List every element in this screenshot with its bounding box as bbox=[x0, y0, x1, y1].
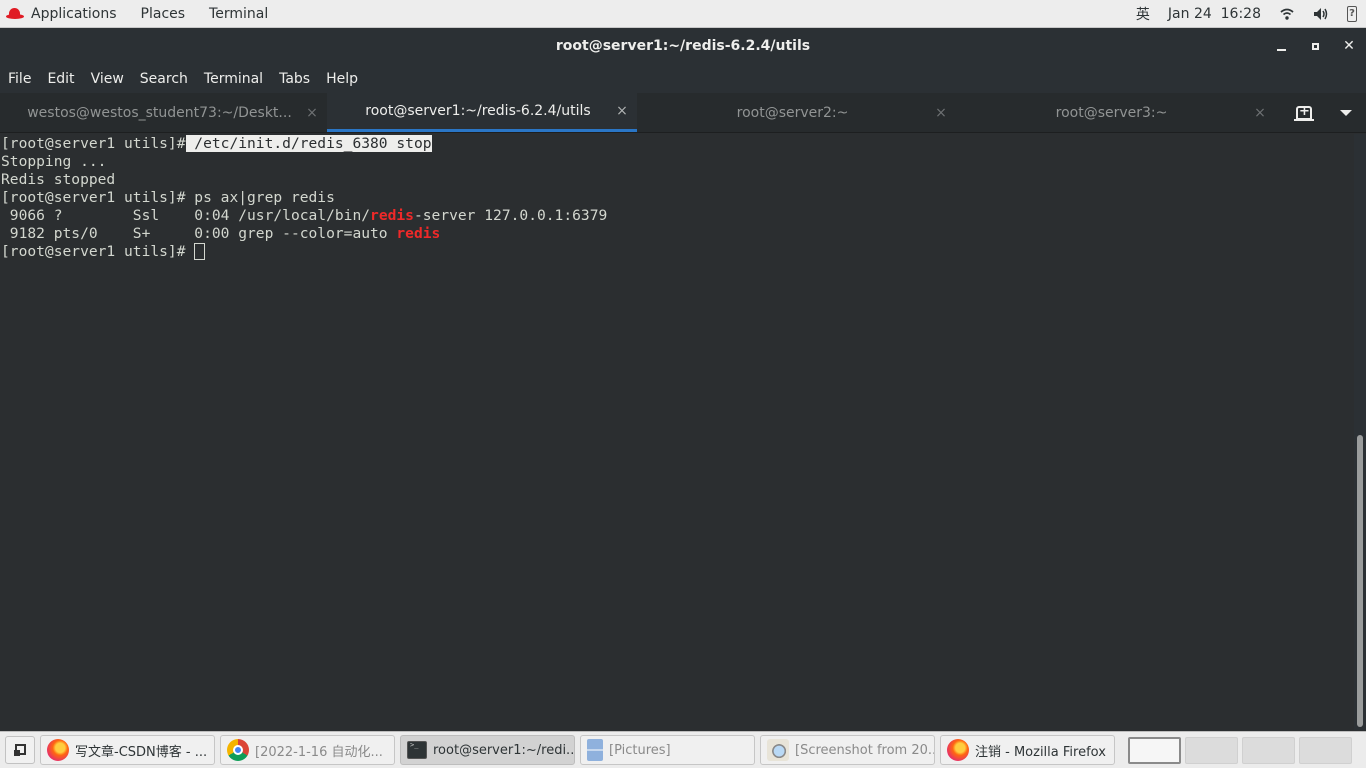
tab-server1[interactable]: root@server1:~/redis-6.2.4/utils × bbox=[327, 93, 637, 132]
tab-label: root@server3:~ bbox=[1055, 104, 1168, 121]
tab-label: westos@westos_student73:~/Deskt... bbox=[27, 104, 292, 121]
workspace-3[interactable] bbox=[1242, 736, 1295, 764]
menu-edit[interactable]: Edit bbox=[39, 64, 82, 93]
close-icon: ✕ bbox=[1343, 38, 1355, 54]
new-tab-icon[interactable] bbox=[1294, 104, 1314, 121]
task-logout-firefox[interactable]: 注销 - Mozilla Firefox bbox=[940, 735, 1115, 765]
places-menu[interactable]: Places bbox=[129, 0, 198, 27]
input-method-indicator[interactable]: 英 bbox=[1136, 4, 1150, 24]
applications-label: Applications bbox=[31, 5, 117, 22]
grep-match: redis bbox=[396, 225, 441, 242]
command bbox=[186, 243, 195, 260]
redhat-logo-icon bbox=[6, 7, 24, 20]
task-chrome[interactable]: [2022-1-16 自动化... bbox=[220, 735, 395, 765]
minimize-button[interactable] bbox=[1264, 28, 1298, 64]
tab-bar: westos@westos_student73:~/Deskt... × roo… bbox=[0, 93, 1366, 133]
tab-label: root@server1:~/redis-6.2.4/utils bbox=[365, 103, 591, 119]
tab-server3[interactable]: root@server3:~ × bbox=[956, 93, 1275, 132]
menu-bar: File Edit View Search Terminal Tabs Help bbox=[0, 64, 1366, 93]
workspace-2[interactable] bbox=[1185, 736, 1238, 764]
process-info: 9066 ? Ssl 0:04 /usr/local/bin/ bbox=[1, 207, 371, 224]
top-bar: Applications Places Terminal 英 Jan 24 16… bbox=[0, 0, 1366, 28]
grep-match: redis bbox=[370, 207, 414, 224]
terminal-line: 9182 pts/0 S+ 0:00 grep --color=auto red… bbox=[1, 225, 1354, 243]
tab-label: root@server2:~ bbox=[736, 104, 849, 121]
terminal-line: [root@server1 utils]# bbox=[1, 243, 1354, 261]
clock[interactable]: Jan 24 16:28 bbox=[1168, 6, 1261, 22]
workspace-switcher bbox=[1128, 736, 1356, 764]
selected-command: /etc/init.d/redis_6380 stop bbox=[185, 135, 432, 152]
applications-menu[interactable]: Applications bbox=[0, 0, 129, 27]
volume-icon[interactable] bbox=[1313, 6, 1329, 22]
battery-unknown-icon[interactable]: ? bbox=[1347, 5, 1357, 22]
image-viewer-icon bbox=[767, 739, 789, 761]
tab-westos[interactable]: westos@westos_student73:~/Deskt... × bbox=[0, 93, 327, 132]
show-desktop-button[interactable] bbox=[5, 736, 35, 764]
prompt: [root@server1 utils]# bbox=[1, 189, 186, 206]
terminal-line: Stopping ... bbox=[1, 153, 107, 170]
maximize-button[interactable] bbox=[1298, 28, 1332, 64]
tab-server2[interactable]: root@server2:~ × bbox=[637, 93, 956, 132]
task-terminal[interactable]: root@server1:~/redi... bbox=[400, 735, 575, 765]
prompt: [root@server1 utils]# bbox=[1, 135, 186, 152]
command: ps ax|grep redis bbox=[185, 189, 335, 206]
tab-close-icon[interactable]: × bbox=[926, 105, 956, 121]
scrollbar-thumb[interactable] bbox=[1357, 435, 1363, 727]
task-label: [Screenshot from 20... bbox=[795, 742, 935, 758]
terminal-icon bbox=[407, 741, 427, 759]
menu-view[interactable]: View bbox=[83, 64, 132, 93]
firefox-icon bbox=[947, 739, 969, 761]
task-pictures[interactable]: [Pictures] bbox=[580, 735, 755, 765]
terminal-line: [root@server1 utils]# /etc/init.d/redis_… bbox=[1, 135, 1354, 153]
task-label: [2022-1-16 自动化... bbox=[255, 744, 383, 760]
task-label: 写文章-CSDN博客 - ... bbox=[75, 744, 208, 760]
tab-close-icon[interactable]: × bbox=[297, 105, 327, 121]
menu-file[interactable]: File bbox=[0, 64, 39, 93]
process-info: 9182 pts/0 S+ 0:00 grep --color=auto bbox=[1, 225, 397, 242]
text-cursor bbox=[194, 243, 206, 260]
chevron-down-icon[interactable] bbox=[1340, 109, 1352, 116]
menu-help[interactable]: Help bbox=[318, 64, 366, 93]
tab-close-icon[interactable]: × bbox=[607, 103, 637, 119]
minimize-icon bbox=[1276, 49, 1286, 51]
window-title-bar[interactable]: root@server1:~/redis-6.2.4/utils ✕ bbox=[0, 28, 1366, 64]
task-label: 注销 - Mozilla Firefox bbox=[975, 744, 1106, 760]
maximize-icon bbox=[1311, 42, 1319, 50]
terminal-line: [root@server1 utils]# ps ax|grep redis bbox=[1, 189, 1354, 207]
workspace-4[interactable] bbox=[1299, 736, 1352, 764]
wifi-icon[interactable] bbox=[1279, 6, 1295, 22]
task-screenshot[interactable]: [Screenshot from 20... bbox=[760, 735, 935, 765]
terminal-line: Redis stopped bbox=[1, 171, 116, 188]
files-icon bbox=[587, 739, 603, 761]
task-csdn-firefox[interactable]: 写文章-CSDN博客 - ... bbox=[40, 735, 215, 765]
taskbar: 写文章-CSDN博客 - ... [2022-1-16 自动化... root@… bbox=[0, 731, 1366, 768]
terminal-scrollbar[interactable] bbox=[1354, 134, 1366, 730]
terminal-app-menu[interactable]: Terminal bbox=[197, 0, 280, 27]
show-desktop-icon bbox=[14, 744, 26, 756]
terminal-line: 9066 ? Ssl 0:04 /usr/local/bin/redis-ser… bbox=[1, 207, 1354, 225]
process-info: -server 127.0.0.1:6379 bbox=[413, 207, 608, 224]
terminal-output[interactable]: [root@server1 utils]# /etc/init.d/redis_… bbox=[0, 134, 1354, 730]
close-window-button[interactable]: ✕ bbox=[1332, 28, 1366, 64]
menu-search[interactable]: Search bbox=[132, 64, 196, 93]
workspace-1[interactable] bbox=[1128, 736, 1181, 764]
menu-terminal[interactable]: Terminal bbox=[196, 64, 271, 93]
chrome-icon bbox=[227, 739, 249, 761]
window-title: root@server1:~/redis-6.2.4/utils bbox=[555, 38, 811, 54]
firefox-icon bbox=[47, 739, 69, 761]
menu-tabs[interactable]: Tabs bbox=[271, 64, 318, 93]
task-label: root@server1:~/redi... bbox=[433, 742, 575, 758]
prompt: [root@server1 utils]# bbox=[1, 243, 186, 260]
task-label: [Pictures] bbox=[609, 742, 671, 758]
tab-close-icon[interactable]: × bbox=[1245, 105, 1275, 121]
